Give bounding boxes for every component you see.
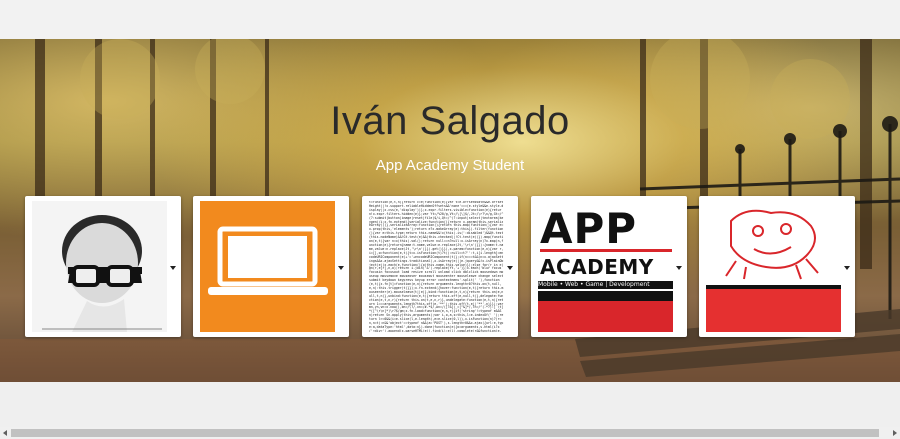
chevron-down-icon[interactable] <box>338 266 344 270</box>
project-card-bulldog[interactable] <box>699 196 855 337</box>
project-card-laptop[interactable] <box>193 196 349 337</box>
project-card-code[interactable]: t=function(e,t,n){return c=e;function(e)… <box>362 196 518 337</box>
app-academy-logo-icon: APP ACADEMY Mobile • Web • Game | Develo… <box>538 201 673 332</box>
portrait-with-glasses-icon <box>42 215 162 332</box>
chevron-down-icon[interactable] <box>507 266 513 270</box>
project-card-portrait[interactable] <box>25 196 181 337</box>
logo-bar-black <box>538 291 673 301</box>
top-bar <box>0 0 900 39</box>
chevron-down-icon[interactable] <box>170 266 176 270</box>
laptop-thumbnail <box>200 201 335 332</box>
horizontal-scrollbar[interactable] <box>0 427 900 439</box>
logo-bar-red <box>538 301 673 332</box>
bulldog-thumbnail <box>706 201 841 332</box>
scrollbar-thumb[interactable] <box>11 429 879 437</box>
logo-underline <box>540 209 672 252</box>
chevron-down-icon[interactable] <box>676 266 682 270</box>
code-text-icon: t=function(e,t,n){return c=e;function(e)… <box>369 201 504 332</box>
bulldog-mascot-icon <box>706 209 841 332</box>
page-title: Iván Salgado <box>330 99 570 143</box>
project-card-app-academy[interactable]: APP ACADEMY Mobile • Web • Game | Develo… <box>531 196 687 337</box>
portrait-thumbnail <box>32 201 167 332</box>
page-subtitle: App Academy Student <box>375 157 525 174</box>
scroll-left-arrow-icon[interactable] <box>0 427 10 439</box>
hero-banner: Iván Salgado App Academy Student t=funct… <box>0 39 900 382</box>
logo-tagline: Mobile • Web • Game | Development <box>538 281 673 289</box>
scroll-right-arrow-icon[interactable] <box>890 427 900 439</box>
laptop-icon <box>208 226 328 295</box>
chevron-down-icon[interactable] <box>844 266 850 270</box>
logo-line-academy: ACADEMY <box>540 255 654 279</box>
